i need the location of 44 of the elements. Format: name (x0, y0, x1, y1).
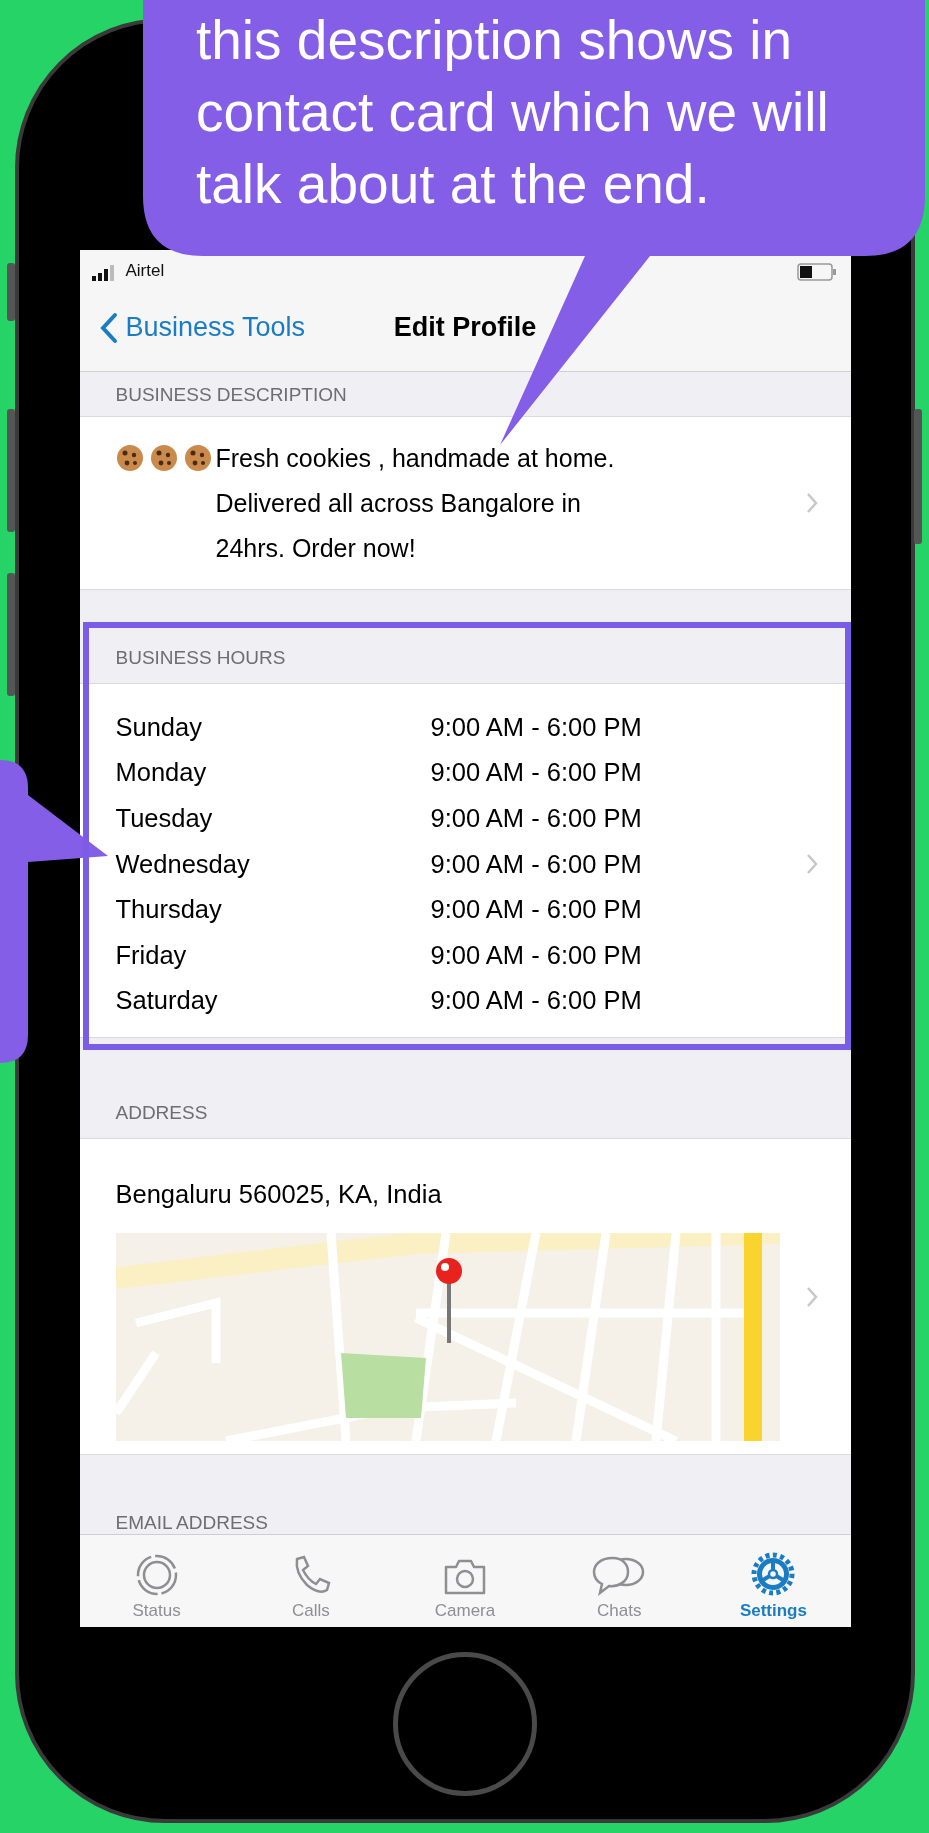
day-label: Sunday (115, 712, 203, 742)
home-button[interactable] (393, 1652, 537, 1796)
description-cell[interactable]: Fresh cookies , handmade at home. Delivered all across Bangalore in 24hrs. Order now! (79, 417, 851, 590)
day-label: Wednesday (115, 849, 251, 879)
tab-bar-item[interactable]: Camera (387, 1535, 543, 1627)
back-chevron-icon (99, 311, 118, 344)
description-text: Fresh cookies , handmade at home. Delivered all across Bangalore in 24hrs. Order now! (215, 442, 616, 564)
section-header: ADDRESS (115, 1102, 208, 1124)
cookie-icon (183, 443, 212, 472)
hours-text: 9:00 AM - 6:00 PM (430, 986, 642, 1016)
hours-text: 9:00 AM - 6:00 PM (430, 712, 642, 742)
address-cell[interactable]: Bengaluru 560025, KA, India (79, 1139, 851, 1455)
day-label: Thursday (115, 895, 223, 925)
day-label: Saturday (115, 986, 219, 1016)
status-ring-icon (134, 1553, 179, 1597)
tab-bar-item[interactable]: Chats (542, 1535, 697, 1627)
section-header: BUSINESS DESCRIPTION (115, 384, 347, 406)
hours-text: 9:00 AM - 6:00 PM (430, 940, 642, 970)
gear-icon (750, 1551, 797, 1597)
section-header: EMAIL ADDRESS (115, 1512, 268, 1534)
hours-text: 9:00 AM - 6:00 PM (430, 849, 642, 879)
hours-text: 9:00 AM - 6:00 PM (430, 803, 642, 833)
hours-text: 9:00 AM - 6:00 PM (430, 895, 642, 925)
chat-bubbles-icon (592, 1555, 647, 1597)
cookie-icon (149, 443, 178, 472)
tab-bar-item[interactable]: Settings (696, 1535, 851, 1627)
tab-bar-item[interactable]: Status (79, 1535, 234, 1627)
tab-bar-item[interactable]: Calls (233, 1535, 388, 1627)
day-label: Friday (115, 940, 188, 970)
day-label: Tuesday (115, 803, 214, 833)
day-label: Monday (115, 758, 208, 788)
battery-icon (796, 263, 837, 281)
back-button[interactable]: Business Tools (99, 311, 306, 344)
chevron-icon (805, 1285, 818, 1308)
address-text: Bengaluru 560025, KA, India (115, 1180, 443, 1209)
callout-text: this description shows in contact card which we will talk about at the end. (196, 8, 830, 217)
chevron-icon (805, 853, 818, 875)
section-header: BUSINESS HOURS (115, 647, 286, 669)
cookie-icon (115, 443, 144, 472)
chevron-icon (805, 492, 818, 514)
hours-text: 9:00 AM - 6:00 PM (430, 758, 642, 788)
camera-icon (442, 1557, 488, 1597)
carrier-label: Airtel (125, 261, 165, 281)
screen-title: Edit Profile (393, 312, 537, 343)
